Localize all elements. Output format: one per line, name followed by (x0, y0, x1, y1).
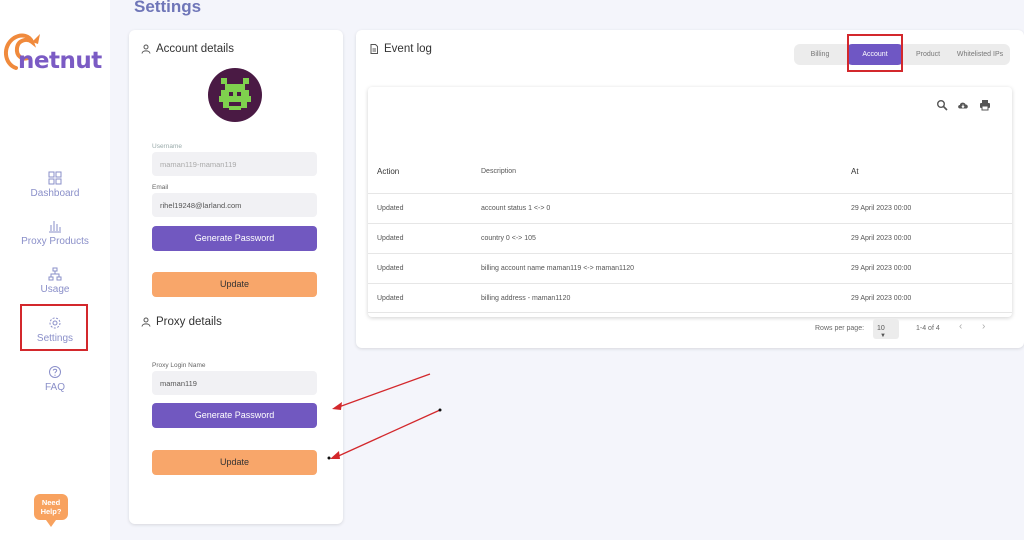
rows-per-page-select[interactable]: 10 ▼ (873, 319, 899, 339)
email-field[interactable]: rihel19248@larland.com (152, 193, 317, 217)
help-line-2: Help? (40, 507, 62, 516)
sidebar-item-label: FAQ (44, 382, 65, 393)
user-icon (141, 317, 151, 327)
cell-action: Updated (377, 205, 404, 212)
cell-description: country 0 <-> 105 (481, 235, 536, 242)
user-icon (141, 44, 151, 54)
table-row[interactable]: Updated account status 1 <-> 0 29 April … (368, 193, 1012, 223)
event-log-title: Event log (384, 43, 432, 55)
table-row[interactable]: Updated billing address - maman1120 29 A… (368, 283, 1012, 313)
tab-billing[interactable]: Billing (794, 44, 846, 65)
column-header-at: At (851, 167, 859, 176)
brand-name: netnut (18, 48, 102, 74)
sidebar-item-label: Proxy Products (21, 236, 89, 247)
bar-chart-icon (49, 221, 61, 233)
help-circle-icon (49, 366, 61, 378)
cloud-download-icon[interactable] (957, 99, 969, 111)
sidebar-item-proxy-products[interactable]: Proxy Products (0, 219, 110, 247)
rows-per-page-label: Rows per page: (815, 325, 865, 332)
event-log-table: Action Description At Updated account st… (368, 87, 1012, 339)
cell-description: billing account name maman119 <-> maman1… (481, 265, 635, 272)
pagination-range: 1-4 of 4 (916, 325, 940, 332)
chevron-left-icon[interactable]: ‹ (959, 321, 962, 332)
document-icon (370, 44, 378, 54)
arrow-to-generate-password (332, 373, 431, 410)
chevron-right-icon[interactable]: › (982, 321, 985, 332)
dashboard-icon (48, 171, 62, 185)
cell-at: 29 April 2023 00:00 (851, 205, 912, 212)
sidebar-item-faq[interactable]: FAQ (0, 365, 110, 393)
cell-action: Updated (377, 295, 404, 302)
pixel-avatar-icon (219, 78, 251, 110)
table-row[interactable]: Updated billing account name maman119 <-… (368, 253, 1012, 283)
account-update-button[interactable]: Update (152, 272, 317, 297)
sidebar: netnut Dashboard Proxy Products Usage Se… (0, 0, 110, 540)
email-label: Email (152, 184, 169, 191)
username-label: Username (152, 143, 182, 150)
sidebar-item-label: Usage (40, 284, 70, 295)
cell-at: 29 April 2023 00:00 (851, 295, 912, 302)
need-help-button[interactable]: Need Help? (34, 494, 68, 527)
proxy-login-field[interactable]: maman119 (152, 371, 317, 395)
proxy-details-heading: Proxy details (141, 316, 222, 328)
proxy-update-button[interactable]: Update (152, 450, 317, 475)
username-field[interactable]: maman119-maman119 (152, 152, 317, 176)
cell-at: 29 April 2023 00:00 (851, 265, 912, 272)
caret-down-icon: ▼ (880, 333, 886, 339)
cell-at: 29 April 2023 00:00 (851, 235, 912, 242)
cell-description: account status 1 <-> 0 (481, 205, 551, 212)
proxy-generate-password-button[interactable]: Generate Password (152, 403, 317, 428)
event-log-heading: Event log (369, 43, 432, 55)
cell-action: Updated (377, 265, 404, 272)
sidebar-item-label: Dashboard (30, 188, 80, 199)
cell-description: billing address - maman1120 (481, 295, 571, 302)
account-details-title: Account details (156, 43, 234, 55)
account-card: Account details Username maman119-maman1… (129, 30, 343, 524)
proxy-details-title: Proxy details (156, 316, 222, 328)
print-icon[interactable] (979, 99, 991, 111)
settings-highlight-box (20, 304, 88, 351)
table-row[interactable]: Updated country 0 <-> 105 29 April 2023 … (368, 223, 1012, 253)
tab-whitelisted-ips[interactable]: Whitelisted IPs (950, 44, 1010, 65)
avatar (208, 68, 262, 122)
search-icon[interactable] (936, 99, 948, 111)
rows-per-page-value: 10 (877, 325, 885, 332)
account-details-heading: Account details (141, 43, 234, 55)
column-header-description: Description (481, 168, 517, 175)
column-header-action: Action (377, 167, 400, 176)
account-tab-highlight-box (847, 34, 903, 72)
event-log-card: Event log Billing Account Product Whitel… (356, 30, 1024, 348)
sidebar-item-usage[interactable]: Usage (0, 267, 110, 295)
tab-product[interactable]: Product (906, 44, 950, 65)
help-line-1: Need (41, 498, 61, 507)
proxy-login-label: Proxy Login Name (152, 362, 206, 369)
arrow-to-update (327, 408, 442, 460)
cell-action: Updated (377, 235, 404, 242)
sidebar-item-dashboard[interactable]: Dashboard (0, 171, 110, 199)
hierarchy-icon (48, 267, 62, 281)
account-generate-password-button[interactable]: Generate Password (152, 226, 317, 251)
page-title: Settings (134, 0, 202, 16)
